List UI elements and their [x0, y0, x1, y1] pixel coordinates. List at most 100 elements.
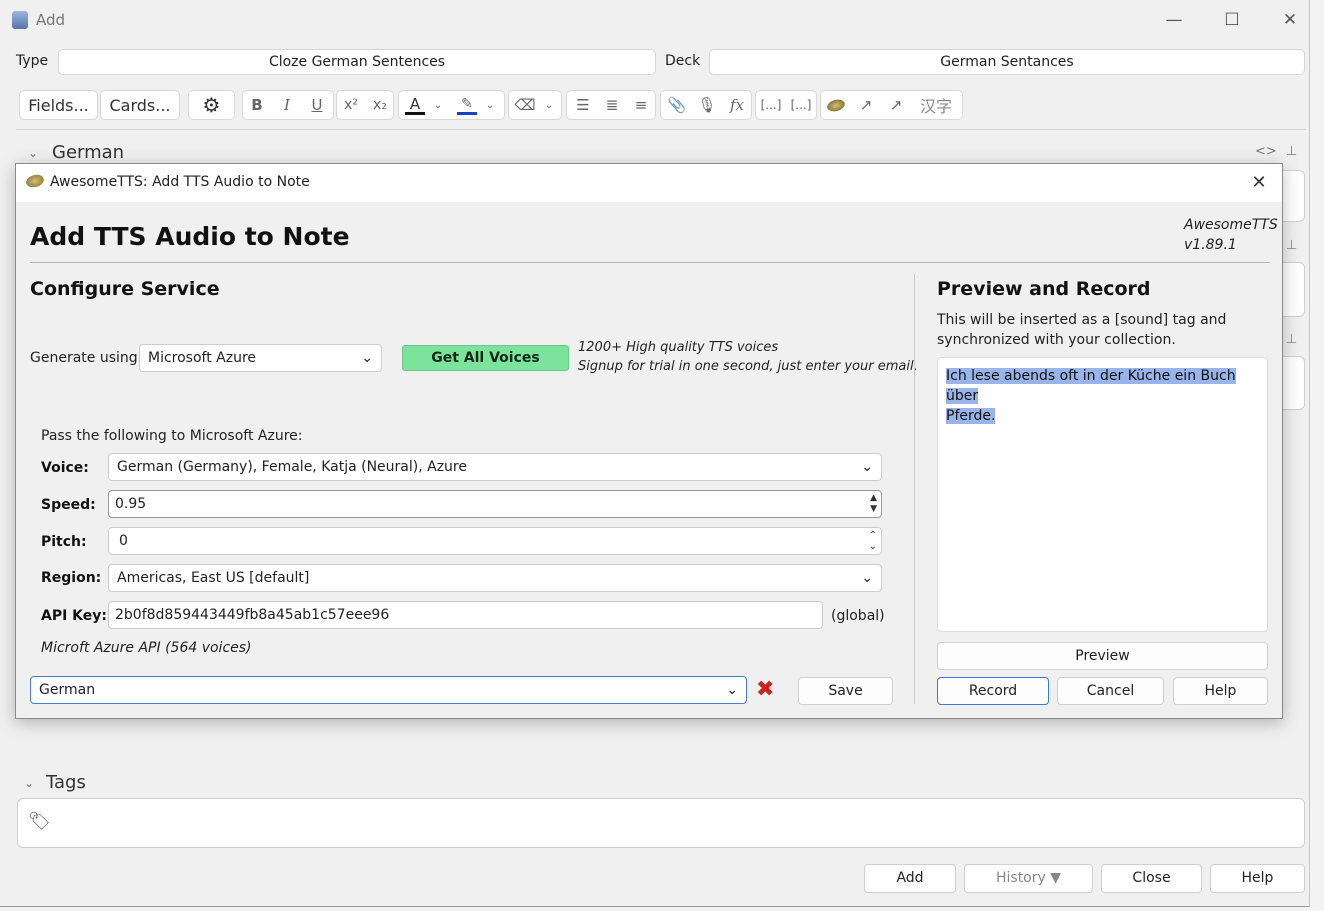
- pitch-label: Pitch:: [41, 534, 87, 550]
- link-icon[interactable]: ↗: [852, 91, 880, 119]
- preview-heading: Preview and Record: [937, 278, 1151, 300]
- html-editor-icon[interactable]: <>: [1255, 144, 1277, 159]
- voice-select[interactable]: German (Germany), Female, Katja (Neural)…: [108, 453, 882, 481]
- fields-button[interactable]: Fields...: [19, 90, 98, 120]
- promo-line-2: Signup for trial in one second, just ent…: [578, 359, 918, 374]
- apikey-input[interactable]: 2b0f8d859443449fb8a45ab1c57eee96: [108, 601, 823, 629]
- pin-icon[interactable]: ⊥: [1286, 238, 1297, 253]
- get-all-voices-button[interactable]: Get All Voices: [402, 345, 569, 371]
- field-label-german: German: [52, 142, 125, 163]
- bold-icon[interactable]: B: [243, 91, 271, 119]
- chevron-down-icon[interactable]: ⌄: [429, 91, 447, 119]
- cloze-same-icon[interactable]: [...]: [787, 91, 815, 119]
- dialog-heading: Add TTS Audio to Note: [30, 222, 350, 251]
- awesometts-icon[interactable]: [822, 91, 850, 119]
- cloze-group: [...] [...]: [755, 90, 817, 120]
- speed-label: Speed:: [41, 497, 96, 513]
- formula-icon[interactable]: fx: [723, 91, 751, 119]
- addon-group: ↗ ↗ 汉字: [820, 90, 963, 120]
- region-label: Region:: [41, 570, 102, 586]
- media-group: 📎 🎙 fx: [660, 90, 752, 120]
- service-select[interactable]: Microsoft Azure ⌄: [139, 344, 382, 372]
- help-button[interactable]: Help: [1173, 677, 1268, 705]
- generate-label: Generate using: [30, 350, 138, 366]
- version-name: AwesomeTTS: [1184, 217, 1278, 233]
- window-title: Add: [36, 11, 66, 29]
- help-button[interactable]: Help: [1210, 864, 1305, 893]
- pin-icon[interactable]: ⊥: [1286, 144, 1297, 159]
- add-button[interactable]: Add: [864, 864, 956, 893]
- tags-input[interactable]: 🏷: [17, 798, 1305, 848]
- awesometts-icon: [24, 172, 46, 190]
- close-icon[interactable]: ✕: [1244, 170, 1274, 196]
- preview-text-area[interactable]: Ich lese abends oft in der Küche ein Buc…: [937, 357, 1268, 632]
- chevron-down-icon: ⌄: [361, 350, 373, 366]
- apikey-label: API Key:: [41, 608, 108, 624]
- apikey-value: 2b0f8d859443449fb8a45ab1c57eee96: [115, 607, 390, 623]
- preview-desc-1: This will be inserted as a [sound] tag a…: [937, 312, 1227, 328]
- eraser-icon[interactable]: ⌫: [511, 91, 539, 119]
- history-button[interactable]: History ▼: [964, 864, 1093, 893]
- dialog-title: AwesomeTTS: Add TTS Audio to Note: [50, 174, 310, 190]
- delete-preset-icon[interactable]: ✖: [756, 677, 774, 702]
- gear-icon[interactable]: ⚙: [188, 90, 235, 120]
- preview-text-line-2: Pferde.: [946, 408, 996, 424]
- promo-line-1: 1200+ High quality TTS voices: [578, 340, 779, 355]
- text-color-icon[interactable]: A: [401, 91, 429, 119]
- preview-button[interactable]: Preview: [937, 642, 1268, 670]
- minimize-icon[interactable]: —: [1154, 6, 1194, 34]
- close-icon[interactable]: ✕: [1270, 6, 1310, 34]
- pin-icon[interactable]: ⊥: [1286, 332, 1297, 347]
- note-type-button[interactable]: Cloze German Sentences: [58, 49, 656, 75]
- highlight-icon[interactable]: ✎: [453, 91, 481, 119]
- chevron-down-icon: ⌄: [861, 459, 873, 475]
- hanzi-icon[interactable]: 汉字: [914, 91, 958, 119]
- bullet-list-icon[interactable]: ☰: [569, 91, 597, 119]
- tag-icon: 🏷: [28, 811, 51, 832]
- preset-select[interactable]: German ⌄: [30, 676, 747, 704]
- type-label: Type: [16, 53, 49, 69]
- divider: [16, 129, 1306, 130]
- deck-label: Deck: [665, 53, 701, 69]
- format-group: B I U: [242, 90, 334, 120]
- awesometts-dialog: AwesomeTTS: Add TTS Audio to Note ✕ Add …: [15, 163, 1283, 719]
- cards-button[interactable]: Cards...: [100, 90, 180, 120]
- chevron-down-icon[interactable]: ⌄: [481, 91, 499, 119]
- speed-stepper[interactable]: 0.95 ▲ ▼: [108, 490, 882, 518]
- deck-button[interactable]: German Sentances: [709, 49, 1305, 75]
- attach-icon[interactable]: 📎: [663, 91, 691, 119]
- region-select[interactable]: Americas, East US [default] ⌄: [108, 564, 882, 592]
- underline-icon[interactable]: U: [303, 91, 331, 119]
- chevron-down-icon[interactable]: ⌄: [539, 91, 559, 119]
- column-divider: [914, 274, 915, 704]
- cancel-button[interactable]: Cancel: [1057, 677, 1164, 705]
- align-icon[interactable]: ≡: [627, 91, 655, 119]
- voice-label: Voice:: [41, 460, 89, 476]
- service-select-value: Microsoft Azure: [148, 350, 257, 366]
- settings-link-icon[interactable]: ↗: [882, 91, 910, 119]
- tags-label: Tags: [46, 772, 86, 793]
- eraser-group: ⌫ ⌄: [508, 90, 562, 120]
- record-button[interactable]: Record: [937, 677, 1049, 705]
- dialog-title-bar: AwesomeTTS: Add TTS Audio to Note ✕: [16, 164, 1282, 202]
- list-group: ☰ ≣ ≡: [566, 90, 656, 120]
- apikey-scope: (global): [831, 608, 885, 624]
- speed-value: 0.95: [115, 496, 147, 512]
- italic-icon[interactable]: I: [273, 91, 301, 119]
- numbered-list-icon[interactable]: ≣: [598, 91, 626, 119]
- maximize-icon[interactable]: ☐: [1212, 6, 1252, 34]
- voice-select-value: German (Germany), Female, Katja (Neural)…: [117, 459, 467, 475]
- preview-text-line-1: Ich lese abends oft in der Küche ein Buc…: [946, 368, 1236, 404]
- preview-desc-2: synchronized with your collection.: [937, 332, 1176, 348]
- spin-arrows-icon[interactable]: ⌃ ⌄: [869, 530, 877, 552]
- spin-arrows-icon[interactable]: ▲ ▼: [870, 493, 877, 515]
- save-button[interactable]: Save: [798, 677, 893, 705]
- close-button[interactable]: Close: [1101, 864, 1202, 893]
- microphone-icon[interactable]: 🎙: [693, 91, 721, 119]
- subscript-icon[interactable]: x₂: [366, 91, 394, 119]
- collapse-chevron-icon[interactable]: ⌄: [24, 776, 34, 790]
- collapse-chevron-icon[interactable]: ⌄: [28, 146, 38, 160]
- cloze-icon[interactable]: [...]: [757, 91, 785, 119]
- superscript-icon[interactable]: x²: [337, 91, 365, 119]
- pitch-stepper[interactable]: 0 ⌃ ⌄: [108, 527, 882, 555]
